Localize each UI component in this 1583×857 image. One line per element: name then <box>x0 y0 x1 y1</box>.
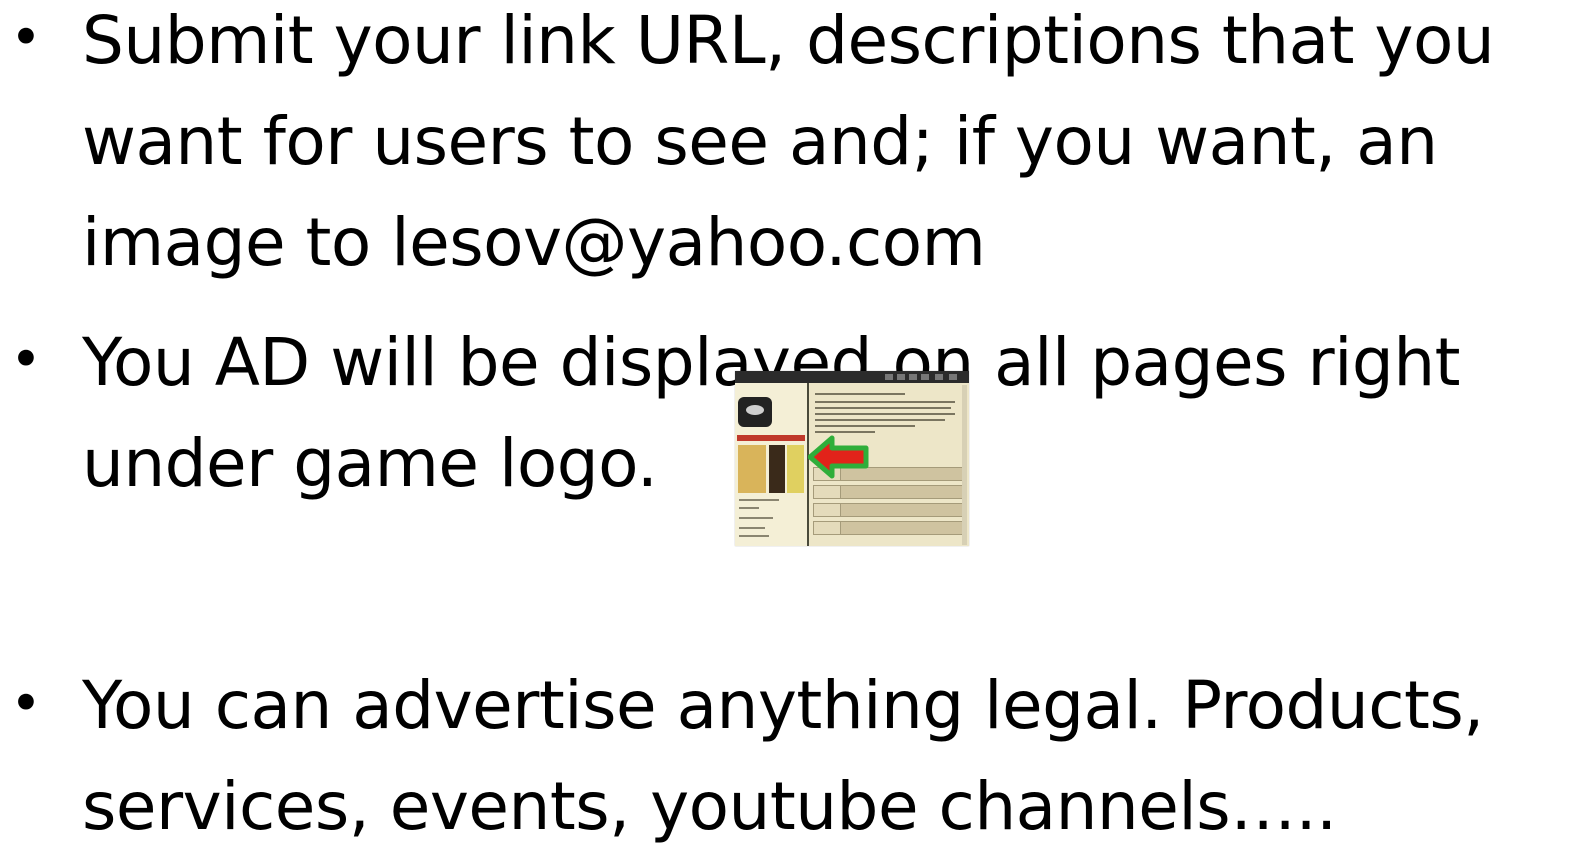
ad-banner <box>738 445 766 493</box>
bullet-marker: • <box>10 6 42 69</box>
game-logo-icon <box>738 397 772 427</box>
bullet-1-text: Submit your link URL, descriptions that … <box>82 0 1572 293</box>
thumbnail-topbar <box>735 371 969 383</box>
bullet-1-line-2: want for users to see and; if you want, … <box>82 103 1438 180</box>
bullet-1-line-3: image to lesov@yahoo.com <box>82 204 986 281</box>
bullet-3-line-1: You can advertise anything legal. Produc… <box>82 667 1484 744</box>
left-arrow-icon <box>807 435 870 479</box>
bullet-marker: • <box>10 672 42 735</box>
thumbnail-scrollbar <box>962 385 967 545</box>
slide: • Submit your link URL, descriptions tha… <box>0 0 1583 856</box>
thumbnail-sidebar <box>735 383 809 546</box>
bullet-1-line-1: Submit your link URL, descriptions that … <box>82 2 1495 79</box>
website-screenshot-image <box>735 371 969 546</box>
bullet-marker: • <box>10 328 42 391</box>
bullet-3-line-2: services, events, youtube channels….. <box>82 768 1337 845</box>
bullet-3-text: You can advertise anything legal. Produc… <box>82 655 1572 857</box>
